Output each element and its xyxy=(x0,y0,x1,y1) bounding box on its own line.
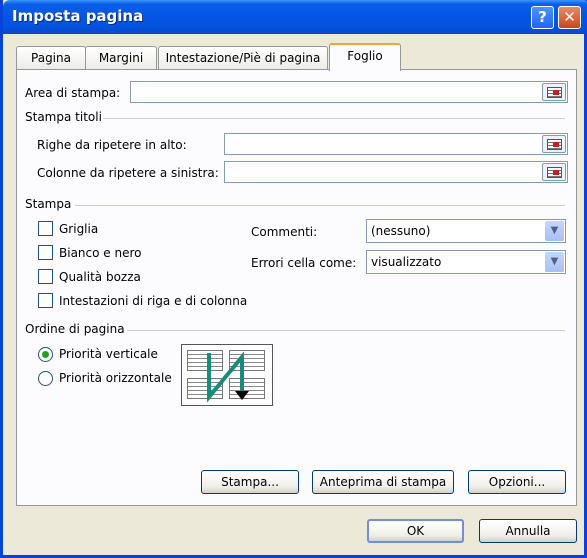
gridlines-checkbox[interactable] xyxy=(38,221,53,236)
titles-section-heading: Stampa titoli xyxy=(25,110,102,124)
draft-quality-checkbox[interactable] xyxy=(38,269,53,284)
options-button[interactable]: Opzioni... xyxy=(468,470,566,494)
chevron-down-icon[interactable]: ▼ xyxy=(545,221,564,241)
print-button-label: Stampa... xyxy=(221,475,279,489)
comments-label: Commenti: xyxy=(251,225,318,239)
order-across-label[interactable]: Priorità orizzontale xyxy=(59,371,172,385)
order-down-radio[interactable] xyxy=(38,347,53,362)
tab-label: Pagina xyxy=(31,51,71,65)
gridlines-label[interactable]: Griglia xyxy=(59,222,98,236)
tab-foglio[interactable]: Foglio xyxy=(329,43,401,71)
print-preview-button-label: Anteprima di stampa xyxy=(319,475,447,489)
print-area-input[interactable] xyxy=(130,81,568,103)
print-area-label: Area di stampa: xyxy=(25,86,121,100)
close-icon: ✕ xyxy=(563,8,576,26)
errors-select[interactable]: visualizzato ▼ xyxy=(366,250,566,274)
row-col-headings-label[interactable]: Intestazioni di riga e di colonna xyxy=(59,294,247,308)
row-col-headings-checkbox[interactable] xyxy=(38,293,53,308)
comments-select[interactable]: (nessuno) ▼ xyxy=(366,219,566,243)
tab-label: Intestazione/Piè di pagina xyxy=(165,51,321,65)
errors-label: Errori cella come: xyxy=(251,256,357,270)
page-order-preview xyxy=(181,344,273,406)
errors-value: visualizzato xyxy=(371,255,442,269)
black-white-checkbox[interactable] xyxy=(38,245,53,260)
options-button-label: Opzioni... xyxy=(488,475,546,489)
tab-label: Margini xyxy=(98,51,144,65)
comments-value: (nessuno) xyxy=(371,224,431,238)
black-white-label[interactable]: Bianco e nero xyxy=(59,246,141,260)
ok-button-label: OK xyxy=(406,524,425,538)
order-section-heading: Ordine di pagina xyxy=(25,322,125,336)
chevron-down-icon[interactable]: ▼ xyxy=(545,252,564,272)
cols-repeat-label: Colonne da ripetere a sinistra: xyxy=(37,166,219,180)
rows-repeat-input[interactable] xyxy=(224,133,568,155)
close-button[interactable]: ✕ xyxy=(558,6,581,29)
window-title: Imposta pagina xyxy=(12,7,144,25)
divider xyxy=(75,205,565,206)
tab-margini[interactable]: Margini xyxy=(85,46,157,70)
divider xyxy=(127,330,565,331)
range-select-icon[interactable] xyxy=(542,135,566,153)
range-select-icon[interactable] xyxy=(542,163,566,181)
help-icon: ? xyxy=(538,8,547,26)
print-preview-button[interactable]: Anteprima di stampa xyxy=(312,470,454,494)
divider xyxy=(103,118,565,119)
help-button[interactable]: ? xyxy=(531,6,554,29)
order-down-label[interactable]: Priorità verticale xyxy=(59,347,158,361)
tab-intestazione[interactable]: Intestazione/Piè di pagina xyxy=(158,46,328,70)
tab-label: Foglio xyxy=(347,49,383,63)
cancel-button[interactable]: Annulla xyxy=(479,519,577,543)
page-setup-dialog: Imposta pagina ? ✕ Pagina Margini Intest… xyxy=(0,0,587,558)
page-order-arrow-icon xyxy=(207,351,249,403)
order-across-radio[interactable] xyxy=(38,371,53,386)
title-bar[interactable]: Imposta pagina ? ✕ xyxy=(3,0,587,34)
cols-repeat-input[interactable] xyxy=(224,161,568,183)
cancel-button-label: Annulla xyxy=(505,524,551,538)
tab-pagina[interactable]: Pagina xyxy=(16,46,86,70)
draft-quality-label[interactable]: Qualità bozza xyxy=(59,270,141,284)
print-section-heading: Stampa xyxy=(25,197,72,211)
print-button[interactable]: Stampa... xyxy=(201,470,299,494)
ok-button[interactable]: OK xyxy=(367,519,464,543)
range-select-icon[interactable] xyxy=(542,83,566,101)
rows-repeat-label: Righe da ripetere in alto: xyxy=(37,138,187,152)
